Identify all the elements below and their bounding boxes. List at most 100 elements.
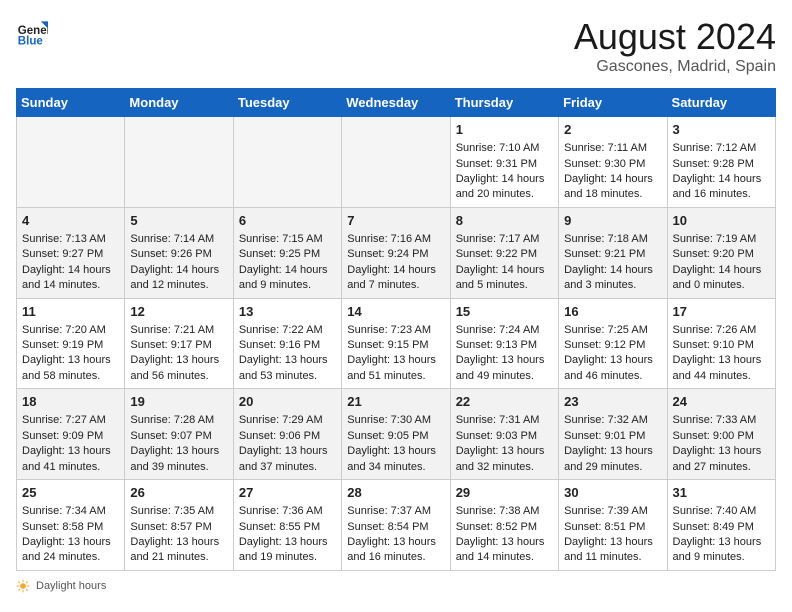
calendar-week-row: 4Sunrise: 7:13 AMSunset: 9:27 PMDaylight… — [17, 207, 776, 298]
sunset-text: Sunset: 9:00 PM — [673, 429, 770, 444]
sunrise-text: Sunrise: 7:23 AM — [347, 323, 444, 338]
daylight-text: Daylight: 13 hours and 32 minutes. — [456, 444, 553, 475]
daylight-text: Daylight: 14 hours and 7 minutes. — [347, 263, 444, 294]
daylight-text: Daylight: 13 hours and 39 minutes. — [130, 444, 227, 475]
calendar-cell: 13Sunrise: 7:22 AMSunset: 9:16 PMDayligh… — [233, 298, 341, 389]
calendar-cell: 31Sunrise: 7:40 AMSunset: 8:49 PMDayligh… — [667, 480, 775, 571]
sunset-text: Sunset: 9:12 PM — [564, 338, 661, 353]
day-number: 1 — [456, 121, 553, 139]
calendar-cell: 18Sunrise: 7:27 AMSunset: 9:09 PMDayligh… — [17, 389, 125, 480]
sunset-text: Sunset: 9:26 PM — [130, 247, 227, 262]
calendar-cell: 5Sunrise: 7:14 AMSunset: 9:26 PMDaylight… — [125, 207, 233, 298]
calendar-cell: 29Sunrise: 7:38 AMSunset: 8:52 PMDayligh… — [450, 480, 558, 571]
day-number: 5 — [130, 212, 227, 230]
day-number: 4 — [22, 212, 119, 230]
calendar-cell: 9Sunrise: 7:18 AMSunset: 9:21 PMDaylight… — [559, 207, 667, 298]
day-number: 19 — [130, 393, 227, 411]
sunrise-text: Sunrise: 7:12 AM — [673, 141, 770, 156]
sunset-text: Sunset: 8:55 PM — [239, 520, 336, 535]
day-number: 7 — [347, 212, 444, 230]
weekday-header-sunday: Sunday — [17, 89, 125, 117]
daylight-text: Daylight: 14 hours and 0 minutes. — [673, 263, 770, 294]
sunrise-text: Sunrise: 7:18 AM — [564, 232, 661, 247]
sunrise-text: Sunrise: 7:15 AM — [239, 232, 336, 247]
calendar-cell: 8Sunrise: 7:17 AMSunset: 9:22 PMDaylight… — [450, 207, 558, 298]
day-number: 20 — [239, 393, 336, 411]
calendar-cell: 21Sunrise: 7:30 AMSunset: 9:05 PMDayligh… — [342, 389, 450, 480]
calendar-cell — [342, 117, 450, 208]
page-header: General Blue August 2024 Gascones, Madri… — [16, 16, 776, 76]
sunset-text: Sunset: 9:09 PM — [22, 429, 119, 444]
weekday-header-monday: Monday — [125, 89, 233, 117]
sunset-text: Sunset: 9:31 PM — [456, 157, 553, 172]
sunset-text: Sunset: 9:17 PM — [130, 338, 227, 353]
sunset-text: Sunset: 8:54 PM — [347, 520, 444, 535]
calendar-cell — [17, 117, 125, 208]
calendar-cell: 14Sunrise: 7:23 AMSunset: 9:15 PMDayligh… — [342, 298, 450, 389]
sunrise-text: Sunrise: 7:34 AM — [22, 504, 119, 519]
daylight-text: Daylight: 13 hours and 21 minutes. — [130, 535, 227, 566]
daylight-text: Daylight: 13 hours and 16 minutes. — [347, 535, 444, 566]
sunrise-text: Sunrise: 7:13 AM — [22, 232, 119, 247]
sunset-text: Sunset: 9:30 PM — [564, 157, 661, 172]
weekday-header-tuesday: Tuesday — [233, 89, 341, 117]
calendar-cell: 2 Sunrise: 7:11 AMSunset: 9:30 PMDaylight… — [559, 117, 667, 208]
sunrise-text: Sunrise: 7:38 AM — [456, 504, 553, 519]
month-title: August 2024 — [574, 16, 776, 58]
title-block: August 2024 Gascones, Madrid, Spain — [574, 16, 776, 76]
sunset-text: Sunset: 8:52 PM — [456, 520, 553, 535]
sunrise-text: Sunrise: 7:11 AM — [564, 141, 661, 156]
sunset-text: Sunset: 9:13 PM — [456, 338, 553, 353]
sunset-text: Sunset: 9:07 PM — [130, 429, 227, 444]
sunset-text: Sunset: 9:20 PM — [673, 247, 770, 262]
daylight-hours-label: Daylight hours — [36, 580, 106, 592]
calendar-week-row: 1Sunrise: 7:10 AMSunset: 9:31 PMDaylight… — [17, 117, 776, 208]
daylight-text: Daylight: 14 hours and 9 minutes. — [239, 263, 336, 294]
calendar-cell: 17Sunrise: 7:26 AMSunset: 9:10 PMDayligh… — [667, 298, 775, 389]
daylight-text: Daylight: 13 hours and 27 minutes. — [673, 444, 770, 475]
sunrise-text: Sunrise: 7:39 AM — [564, 504, 661, 519]
weekday-header-saturday: Saturday — [667, 89, 775, 117]
sunrise-text: Sunrise: 7:28 AM — [130, 413, 227, 428]
day-number: 17 — [673, 303, 770, 321]
sunrise-text: Sunrise: 7:20 AM — [22, 323, 119, 338]
weekday-header-friday: Friday — [559, 89, 667, 117]
calendar-cell: 20Sunrise: 7:29 AMSunset: 9:06 PMDayligh… — [233, 389, 341, 480]
calendar-cell: 26Sunrise: 7:35 AMSunset: 8:57 PMDayligh… — [125, 480, 233, 571]
day-number: 2 — [564, 121, 661, 139]
calendar-cell: 30Sunrise: 7:39 AMSunset: 8:51 PMDayligh… — [559, 480, 667, 571]
calendar-cell: 15Sunrise: 7:24 AMSunset: 9:13 PMDayligh… — [450, 298, 558, 389]
daylight-text: Daylight: 14 hours and 3 minutes. — [564, 263, 661, 294]
daylight-text: Daylight: 13 hours and 46 minutes. — [564, 353, 661, 384]
day-number: 21 — [347, 393, 444, 411]
calendar-cell: 1Sunrise: 7:10 AMSunset: 9:31 PMDaylight… — [450, 117, 558, 208]
calendar-cell: 11Sunrise: 7:20 AMSunset: 9:19 PMDayligh… — [17, 298, 125, 389]
sunset-text: Sunset: 9:24 PM — [347, 247, 444, 262]
daylight-text: Daylight: 13 hours and 37 minutes. — [239, 444, 336, 475]
sunrise-text: Sunrise: 7:33 AM — [673, 413, 770, 428]
sunset-text: Sunset: 9:10 PM — [673, 338, 770, 353]
daylight-text: Daylight: 14 hours and 18 minutes. — [564, 172, 661, 203]
sunrise-text: Sunrise: 7:35 AM — [130, 504, 227, 519]
sunset-text: Sunset: 9:16 PM — [239, 338, 336, 353]
sunrise-text: Sunrise: 7:19 AM — [673, 232, 770, 247]
day-number: 15 — [456, 303, 553, 321]
calendar-cell: 27Sunrise: 7:36 AMSunset: 8:55 PMDayligh… — [233, 480, 341, 571]
daylight-text: Daylight: 14 hours and 20 minutes. — [456, 172, 553, 203]
calendar-cell: 3Sunrise: 7:12 AMSunset: 9:28 PMDaylight… — [667, 117, 775, 208]
weekday-header-row: SundayMondayTuesdayWednesdayThursdayFrid… — [17, 89, 776, 117]
day-number: 14 — [347, 303, 444, 321]
sunrise-text: Sunrise: 7:16 AM — [347, 232, 444, 247]
calendar-cell: 10Sunrise: 7:19 AMSunset: 9:20 PMDayligh… — [667, 207, 775, 298]
daylight-text: Daylight: 14 hours and 12 minutes. — [130, 263, 227, 294]
day-number: 29 — [456, 484, 553, 502]
day-number: 18 — [22, 393, 119, 411]
sunrise-text: Sunrise: 7:30 AM — [347, 413, 444, 428]
daylight-text: Daylight: 14 hours and 16 minutes. — [673, 172, 770, 203]
day-number: 13 — [239, 303, 336, 321]
calendar-cell: 22Sunrise: 7:31 AMSunset: 9:03 PMDayligh… — [450, 389, 558, 480]
sunrise-text: Sunrise: 7:26 AM — [673, 323, 770, 338]
sunrise-text: Sunrise: 7:24 AM — [456, 323, 553, 338]
calendar-cell — [233, 117, 341, 208]
sun-icon — [16, 579, 30, 593]
